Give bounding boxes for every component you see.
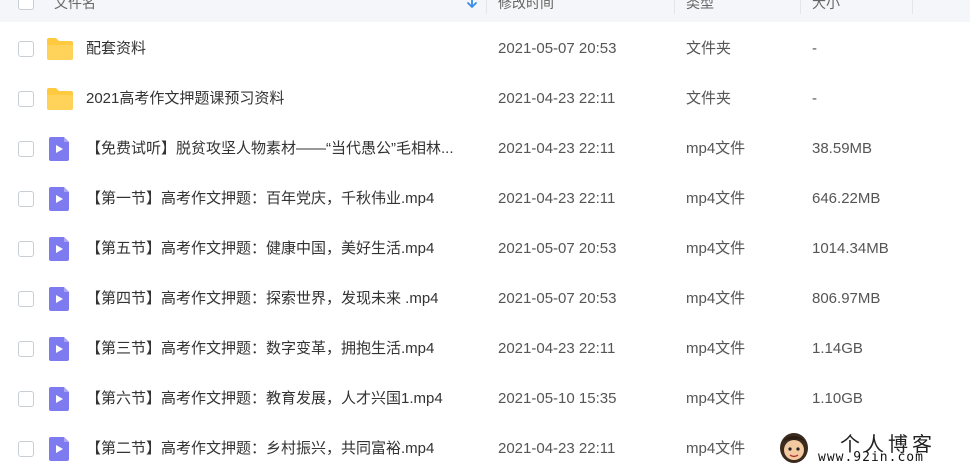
row-checkbox[interactable] [18,391,34,407]
file-row[interactable]: 【第五节】高考作文押题：健康中国，美好生活.mp4 2021-05-07 20:5… [0,224,970,274]
file-size: 38.59MB [812,140,873,157]
file-name[interactable]: 【第四节】高考作文押题：探索世界，发现未来 .mp4 [86,274,439,324]
file-size: 806.97MB [812,290,881,307]
video-file-icon [46,137,74,161]
video-file-icon [46,237,74,261]
file-mtime: 2021-04-23 22:11 [498,340,616,357]
row-checkbox[interactable] [18,41,34,57]
file-type: mp4文件 [686,290,746,307]
file-name[interactable]: 【第三节】高考作文押题：数字变革，拥抱生活.mp4 [86,324,434,374]
file-name[interactable]: 【免费试听】脱贫攻坚人物素材——“当代愚公”毛相林... [86,124,454,174]
video-file-icon [46,437,74,461]
column-header-type[interactable]: 类型 [686,0,714,22]
file-mtime: 2021-05-07 20:53 [498,40,617,57]
column-header-mtime[interactable]: 修改时间 [498,0,554,22]
file-row[interactable]: 2021高考作文押题课预习资料 2021-04-23 22:11 文件夹 - [0,74,970,124]
file-type: mp4文件 [686,140,746,157]
file-mtime: 2021-04-23 22:11 [498,140,616,157]
file-row[interactable]: 【第六节】高考作文押题：教育发展，人才兴国1.mp4 2021-05-10 15:… [0,374,970,424]
file-type: mp4文件 [686,390,746,407]
file-type: mp4文件 [686,340,746,357]
file-mtime: 2021-04-23 22:11 [498,90,616,107]
file-name[interactable]: 【第一节】高考作文押题：百年党庆，千秋伟业.mp4 [86,174,434,224]
file-name[interactable]: 【第二节】高考作文押题：乡村振兴，共同富裕.mp4 [86,424,434,474]
file-mtime: 2021-05-10 15:35 [498,390,617,407]
sort-descending-icon[interactable] [466,0,478,10]
row-checkbox[interactable] [18,291,34,307]
video-file-icon [46,387,74,411]
column-header-size[interactable]: 大小 [812,0,840,22]
blog-watermark: 个人博客 www.92in.com [776,424,970,468]
file-size: 1.14GB [812,340,863,357]
file-type: 文件夹 [686,40,732,57]
row-checkbox[interactable] [18,191,34,207]
select-all-checkbox[interactable] [18,0,34,10]
file-mtime: 2021-04-23 22:11 [498,190,616,207]
column-divider[interactable] [486,0,487,14]
file-type: 文件夹 [686,90,732,107]
file-row[interactable]: 【第四节】高考作文押题：探索世界，发现未来 .mp4 2021-05-07 20:… [0,274,970,324]
video-file-icon [46,187,74,211]
file-size: - [812,90,817,107]
file-mtime: 2021-05-07 20:53 [498,290,617,307]
file-type: mp4文件 [686,240,746,257]
column-header-name[interactable]: 文件名 [54,0,96,22]
video-file-icon [46,337,74,361]
file-name[interactable]: 【第五节】高考作文押题：健康中国，美好生活.mp4 [86,224,434,274]
file-list-header: 文件名 修改时间 类型 大小 [0,0,970,22]
row-checkbox[interactable] [18,141,34,157]
row-checkbox[interactable] [18,341,34,357]
cartoon-avatar-icon [780,433,808,463]
column-divider[interactable] [912,0,913,14]
file-mtime: 2021-04-23 22:11 [498,440,616,457]
column-divider[interactable] [674,0,675,14]
file-mtime: 2021-05-07 20:53 [498,240,617,257]
row-checkbox[interactable] [18,441,34,457]
file-type: mp4文件 [686,190,746,207]
folder-icon [46,37,74,61]
row-checkbox[interactable] [18,241,34,257]
file-size: 1.10GB [812,390,863,407]
watermark-url: www.92in.com [818,450,924,465]
column-divider[interactable] [800,0,801,14]
file-name[interactable]: 【第六节】高考作文押题：教育发展，人才兴国1.mp4 [86,374,443,424]
file-name[interactable]: 配套资料 [86,24,146,74]
file-type: mp4文件 [686,440,746,457]
file-size: 646.22MB [812,190,881,207]
file-size: - [812,40,817,57]
file-row[interactable]: 【第三节】高考作文押题：数字变革，拥抱生活.mp4 2021-04-23 22:1… [0,324,970,374]
video-file-icon [46,287,74,311]
folder-icon [46,87,74,111]
file-name[interactable]: 2021高考作文押题课预习资料 [86,74,284,124]
file-size: 1014.34MB [812,240,889,257]
file-row[interactable]: 【第一节】高考作文押题：百年党庆，千秋伟业.mp4 2021-04-23 22:1… [0,174,970,224]
file-row[interactable]: 配套资料 2021-05-07 20:53 文件夹 - [0,24,970,74]
file-row[interactable]: 【免费试听】脱贫攻坚人物素材——“当代愚公”毛相林... 2021-04-23 2… [0,124,970,174]
row-checkbox[interactable] [18,91,34,107]
